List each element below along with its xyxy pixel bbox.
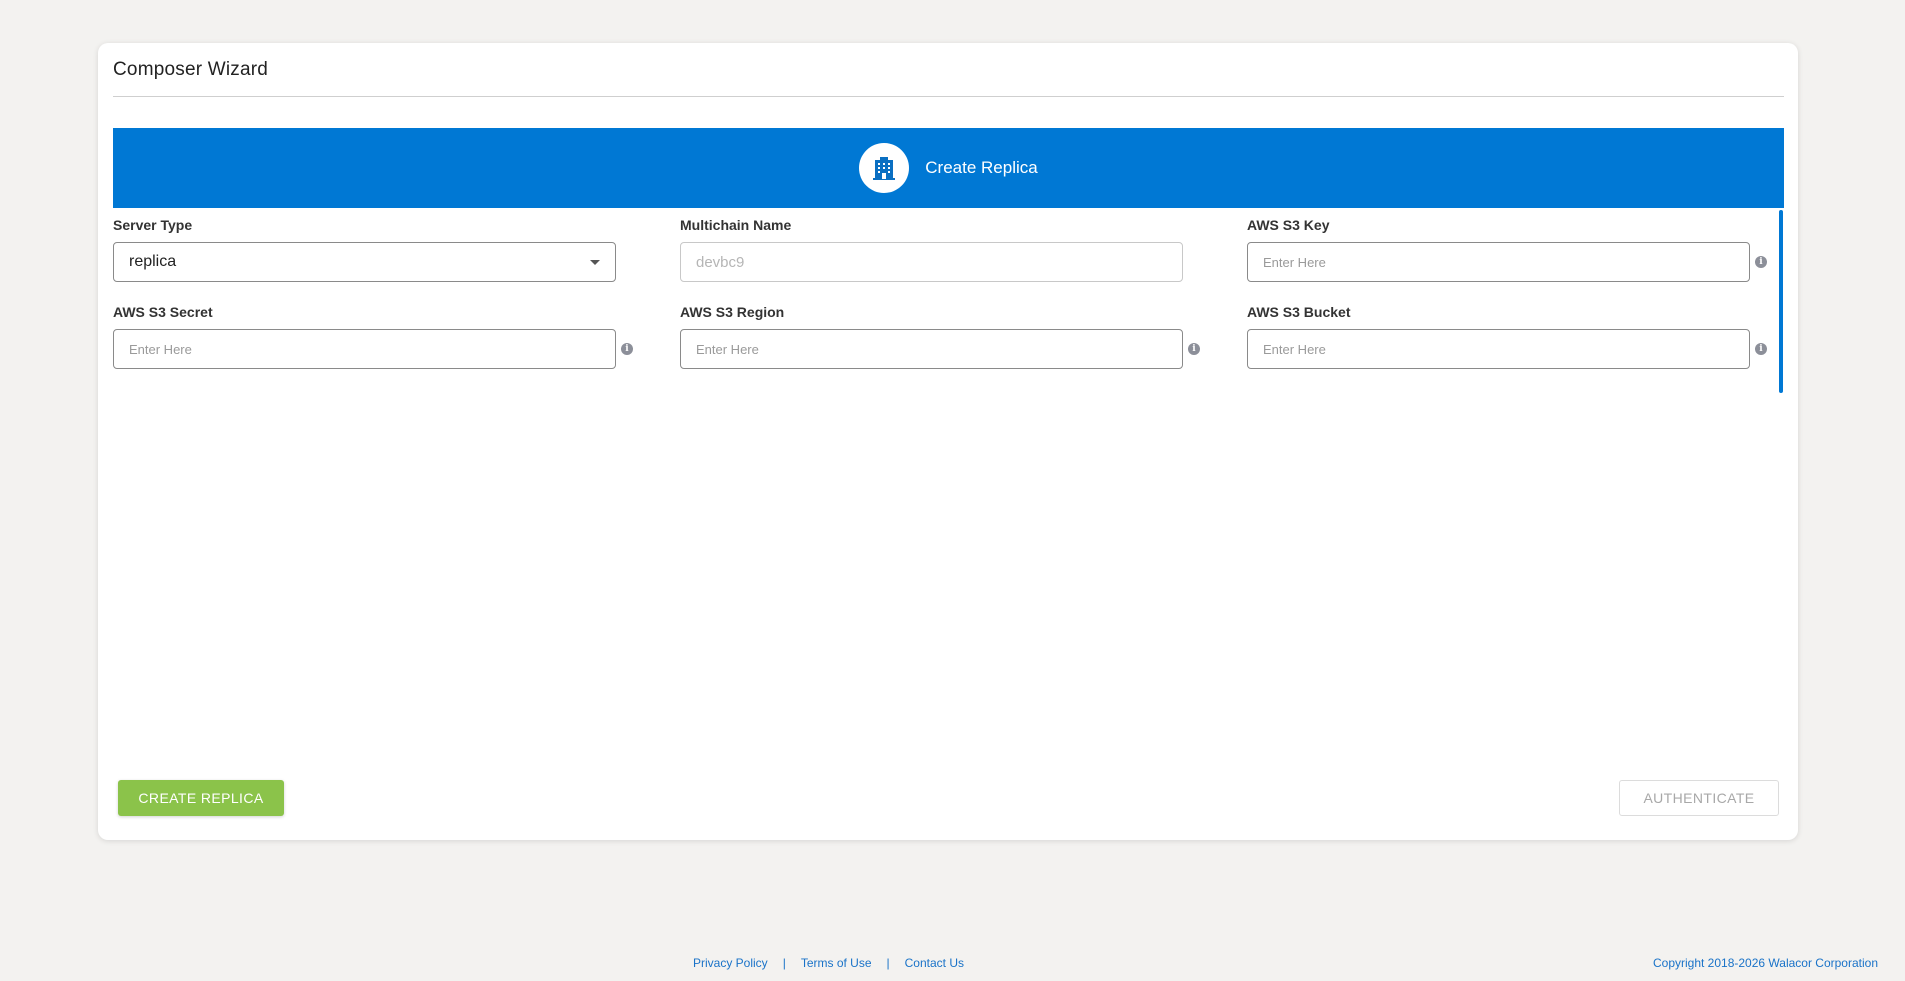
server-type-field: Server Type replica [113, 216, 633, 282]
server-type-value: replica [129, 253, 177, 270]
copyright-text: Copyright 2018-2026 Walacor Corporation [1652, 956, 1878, 970]
multichain-name-label: Multichain Name [680, 217, 792, 233]
step-banner: Create Replica [113, 128, 1784, 208]
aws-s3-bucket-input[interactable] [1247, 329, 1750, 369]
page-title: Composer Wizard [113, 59, 269, 80]
aws-s3-secret-label: AWS S3 Secret [113, 304, 213, 320]
terms-of-use-link[interactable]: Terms of Use [801, 956, 872, 970]
aws-s3-region-field: AWS S3 Region i [680, 303, 1200, 369]
contact-us-link[interactable]: Contact Us [905, 956, 964, 970]
composer-wizard-card: Composer Wizard Create Replica Server Ty… [98, 43, 1798, 840]
server-type-select[interactable]: replica [113, 242, 616, 282]
authenticate-button[interactable]: AUTHENTICATE [1619, 780, 1779, 816]
footer-links: Privacy Policy | Terms of Use | Contact … [693, 956, 964, 970]
info-icon[interactable]: i [1755, 256, 1767, 268]
server-type-label: Server Type [113, 217, 193, 233]
aws-s3-region-input[interactable] [680, 329, 1183, 369]
footer-separator: | [886, 956, 890, 970]
aws-s3-key-input[interactable] [1247, 242, 1750, 282]
privacy-policy-link[interactable]: Privacy Policy [693, 956, 768, 970]
aws-s3-key-label: AWS S3 Key [1247, 217, 1330, 233]
footer-separator: | [782, 956, 786, 970]
multichain-name-input [680, 242, 1183, 282]
scrollbar[interactable] [1779, 210, 1783, 393]
aws-s3-bucket-label: AWS S3 Bucket [1247, 304, 1351, 320]
create-replica-button[interactable]: CREATE REPLICA [118, 780, 284, 816]
building-icon [859, 143, 910, 193]
info-icon[interactable]: i [621, 343, 633, 355]
aws-s3-secret-input[interactable] [113, 329, 616, 369]
aws-s3-secret-field: AWS S3 Secret i [113, 303, 633, 369]
multichain-name-field: Multichain Name [680, 216, 1200, 282]
aws-s3-key-field: AWS S3 Key i [1247, 216, 1767, 282]
info-icon[interactable]: i [1188, 343, 1200, 355]
aws-s3-region-label: AWS S3 Region [680, 304, 785, 320]
info-icon[interactable]: i [1755, 343, 1767, 355]
aws-s3-bucket-field: AWS S3 Bucket i [1247, 303, 1767, 369]
chevron-down-icon[interactable] [590, 259, 600, 265]
banner-label: Create Replica [925, 158, 1038, 177]
title-divider [113, 96, 1784, 97]
